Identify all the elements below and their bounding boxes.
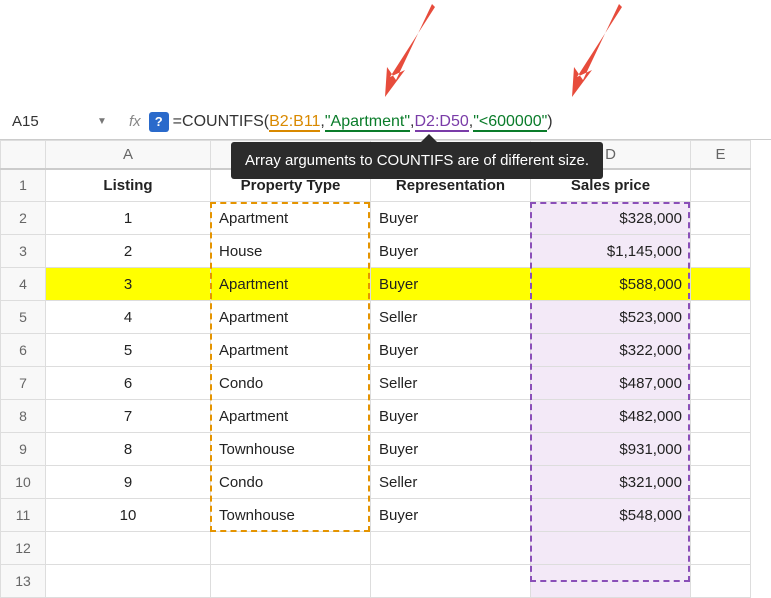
cell[interactable] — [371, 565, 531, 598]
cell[interactable] — [371, 532, 531, 565]
cell[interactable]: Townhouse — [211, 499, 371, 532]
formula-help-icon[interactable]: ? — [149, 112, 169, 132]
cell[interactable] — [691, 301, 751, 334]
annotation-arrow-left — [360, 2, 460, 110]
cell[interactable]: Buyer — [371, 268, 531, 301]
formula-criteria2: "<600000" — [473, 113, 547, 132]
cell[interactable]: Apartment — [211, 202, 371, 235]
fx-label: fx — [129, 113, 141, 130]
cell[interactable]: Buyer — [371, 499, 531, 532]
cell[interactable]: $588,000 — [531, 268, 691, 301]
cell[interactable]: $548,000 — [531, 499, 691, 532]
cell[interactable] — [46, 532, 211, 565]
formula-close: ) — [547, 113, 552, 130]
cell[interactable]: Condo — [211, 466, 371, 499]
formula-criteria1: "Apartment" — [325, 113, 410, 132]
cell[interactable]: Buyer — [371, 334, 531, 367]
cell[interactable] — [691, 532, 751, 565]
row-header[interactable]: 4 — [1, 268, 46, 301]
cell[interactable]: $482,000 — [531, 400, 691, 433]
row-header[interactable]: 2 — [1, 202, 46, 235]
cell[interactable]: Buyer — [371, 235, 531, 268]
cell[interactable] — [531, 532, 691, 565]
row-header[interactable]: 8 — [1, 400, 46, 433]
cell[interactable] — [691, 565, 751, 598]
name-box-dropdown-icon[interactable]: ▼ — [93, 116, 111, 127]
cell[interactable]: 3 — [46, 268, 211, 301]
row-header[interactable]: 5 — [1, 301, 46, 334]
cell[interactable]: Seller — [371, 367, 531, 400]
cell[interactable]: 4 — [46, 301, 211, 334]
cell[interactable] — [691, 367, 751, 400]
col-header-A[interactable]: A — [46, 141, 211, 169]
cell[interactable]: $322,000 — [531, 334, 691, 367]
cell[interactable]: Seller — [371, 301, 531, 334]
cell[interactable]: Buyer — [371, 433, 531, 466]
cell[interactable] — [691, 334, 751, 367]
cell[interactable] — [46, 565, 211, 598]
cell[interactable]: $321,000 — [531, 466, 691, 499]
cell[interactable]: Apartment — [211, 268, 371, 301]
cell[interactable]: 5 — [46, 334, 211, 367]
cell[interactable]: 6 — [46, 367, 211, 400]
cell[interactable] — [531, 565, 691, 598]
row-header[interactable]: 11 — [1, 499, 46, 532]
row-header[interactable]: 1 — [1, 169, 46, 202]
cell[interactable]: $931,000 — [531, 433, 691, 466]
cell[interactable] — [691, 400, 751, 433]
error-tooltip: Array arguments to COUNTIFS are of diffe… — [231, 142, 603, 179]
row-header[interactable]: 13 — [1, 565, 46, 598]
cell[interactable]: $523,000 — [531, 301, 691, 334]
cell[interactable]: 9 — [46, 466, 211, 499]
row-header[interactable]: 12 — [1, 532, 46, 565]
cell[interactable] — [211, 532, 371, 565]
name-box[interactable]: A15 — [8, 113, 93, 130]
row-header[interactable]: 10 — [1, 466, 46, 499]
select-all-corner[interactable] — [1, 141, 46, 169]
cell[interactable]: House — [211, 235, 371, 268]
formula-range2: D2:D50 — [415, 113, 469, 132]
cell[interactable] — [691, 235, 751, 268]
cell[interactable] — [691, 268, 751, 301]
cell[interactable]: Listing — [46, 169, 211, 202]
cell[interactable]: Apartment — [211, 400, 371, 433]
cell[interactable]: Apartment — [211, 301, 371, 334]
row-header[interactable]: 7 — [1, 367, 46, 400]
formula-input[interactable]: =COUNTIFS(B2:B11,"Apartment",D2:D50,"<60… — [173, 113, 553, 131]
cell[interactable] — [691, 202, 751, 235]
spreadsheet-grid[interactable]: A B C D E 1ListingProperty TypeRepresent… — [0, 140, 751, 598]
col-header-E[interactable]: E — [691, 141, 751, 169]
cell[interactable] — [211, 565, 371, 598]
cell[interactable]: Buyer — [371, 400, 531, 433]
cell[interactable] — [691, 499, 751, 532]
cell[interactable]: $1,145,000 — [531, 235, 691, 268]
cell[interactable]: $487,000 — [531, 367, 691, 400]
cell[interactable]: 2 — [46, 235, 211, 268]
cell[interactable] — [691, 433, 751, 466]
cell[interactable]: Buyer — [371, 202, 531, 235]
cell[interactable]: Seller — [371, 466, 531, 499]
cell[interactable]: Apartment — [211, 334, 371, 367]
cell[interactable] — [691, 169, 751, 202]
formula-range1: B2:B11 — [269, 113, 320, 132]
row-header[interactable]: 6 — [1, 334, 46, 367]
cell[interactable]: 1 — [46, 202, 211, 235]
cell[interactable]: Condo — [211, 367, 371, 400]
cell[interactable]: Townhouse — [211, 433, 371, 466]
cell[interactable]: $328,000 — [531, 202, 691, 235]
row-header[interactable]: 9 — [1, 433, 46, 466]
cell[interactable]: 8 — [46, 433, 211, 466]
row-header[interactable]: 3 — [1, 235, 46, 268]
cell[interactable]: 7 — [46, 400, 211, 433]
cell[interactable]: 10 — [46, 499, 211, 532]
formula-func: =COUNTIFS( — [173, 113, 269, 130]
annotation-arrow-right — [547, 2, 647, 110]
cell[interactable] — [691, 466, 751, 499]
